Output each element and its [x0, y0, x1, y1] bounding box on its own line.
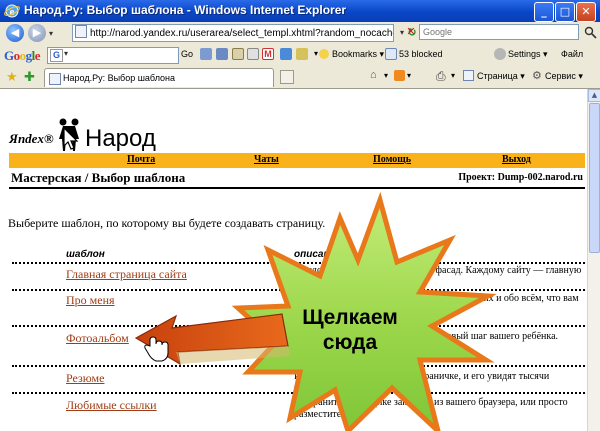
google-search-input[interactable]: G ▾ [47, 47, 179, 64]
breadcrumb-separator: / [81, 170, 92, 185]
history-dropdown-icon[interactable]: ▾ [49, 29, 53, 38]
back-button[interactable]: ◀ [6, 24, 24, 42]
intro-text: Выберите шаблон, по которому вы будете с… [8, 216, 326, 230]
template-link-resume[interactable]: Резюме [66, 371, 104, 386]
home-icon[interactable]: ⌂ [370, 69, 377, 81]
row-divider [12, 325, 585, 327]
google-go-button[interactable]: Go [181, 49, 193, 59]
toolbar-tool-icon[interactable] [232, 48, 244, 60]
service-menu[interactable]: Сервис ▾ [545, 71, 583, 82]
template-link-photoalbum[interactable]: Фотоальбом [66, 331, 129, 346]
row-divider [12, 289, 585, 291]
more-dropdown-icon[interactable]: ▾ [314, 49, 318, 58]
top-menu-bar: Почта Чаты Помощь Выход [9, 153, 585, 168]
column-header-description: описание [294, 249, 342, 260]
window-title: Народ.Ру: Выбор шаблона - Windows Intern… [24, 3, 347, 17]
breadcrumb-workshop-link[interactable]: Мастерская [11, 170, 82, 185]
project-label: Проект: [458, 172, 498, 183]
print-icon[interactable]: ⎙ [436, 69, 446, 84]
search-magnifier-icon[interactable] [584, 26, 597, 39]
template-desc: Каждому дому полагается иметь фасад. Каж… [294, 265, 582, 288]
tab-title: Народ.Ру: Выбор шаблона [63, 73, 176, 83]
folder-icon[interactable] [296, 48, 308, 60]
new-tab-icon[interactable] [280, 70, 294, 84]
template-link-favorites[interactable]: Любимые ссылки [66, 398, 157, 413]
google-g-icon: G [50, 49, 63, 62]
add-favorites-icon[interactable]: ✚ [24, 69, 35, 85]
print-dropdown-icon[interactable]: ▾ [451, 71, 455, 80]
url-field[interactable]: http://narod.yandex.ru/userarea/select_t… [72, 24, 394, 42]
template-desc: Не храните их в ящике закладок из вашего… [294, 397, 568, 420]
project-info: Проект: Dump-002.narod.ru [458, 172, 583, 183]
minimize-button[interactable]: _ [534, 2, 554, 22]
settings-button[interactable]: Settings ▾ [508, 49, 548, 60]
bookmarks-button[interactable]: Bookmarks ▾ [332, 49, 384, 60]
menu-logout-link[interactable]: Выход [502, 154, 531, 165]
template-desc: Фотографии из путешествия или первый шаг… [294, 331, 559, 354]
menu-help-link[interactable]: Помощь [373, 154, 411, 165]
url-text: http://narod.yandex.ru/userarea/select_t… [90, 28, 394, 39]
news-icon[interactable] [247, 48, 259, 60]
google-logo: Google [4, 48, 41, 63]
gmail-icon[interactable]: M [262, 48, 274, 60]
row-divider [12, 365, 585, 367]
forward-arrow-icon: ▶ [32, 26, 42, 39]
close-button[interactable]: ✕ [576, 2, 596, 22]
favorites-star-icon[interactable]: ★ [6, 69, 18, 85]
page-viewport: Яndex® Народ Почта Чаты Помощь Выход Мас… [0, 89, 587, 431]
home-dropdown-icon[interactable]: ▾ [384, 71, 388, 80]
template-link-about[interactable]: Про меня [66, 293, 115, 308]
vertical-scrollbar[interactable]: ▲ [587, 89, 600, 431]
toolbar-tool-icon[interactable] [216, 48, 228, 60]
breadcrumb-text: Мастерская / Выбор шаблона [11, 170, 185, 186]
mouse-cursor-icon [63, 127, 79, 150]
address-bar-row: ◀ ▶ ▾ http://narod.yandex.ru/userarea/se… [0, 22, 600, 45]
breadcrumb: Мастерская / Выбор шаблона Проект: Dump-… [9, 168, 585, 189]
file-menu[interactable]: Файл [561, 49, 583, 59]
row-divider [12, 262, 585, 264]
favorites-tab-bar: ★ ✚ Народ.Ру: Выбор шаблона ⌂ ▾ ▾ ⎙ ▾ Ст… [0, 66, 600, 89]
scroll-up-icon[interactable]: ▲ [588, 89, 600, 102]
template-desc: Расскажите о своих увлечениях, своих дру… [294, 293, 579, 316]
page-icon [75, 25, 87, 38]
breadcrumb-current: Выбор шаблона [91, 170, 186, 185]
menu-mail-link[interactable]: Почта [127, 154, 155, 165]
calendar-icon[interactable] [280, 48, 292, 60]
browser-tab[interactable]: Народ.Ру: Выбор шаблона [44, 68, 274, 87]
google-dropdown-icon[interactable]: ▾ [64, 49, 68, 58]
yandex-logo-text: Яndex® [9, 131, 54, 146]
tab-page-icon [49, 73, 61, 85]
scroll-thumb[interactable] [589, 103, 600, 253]
project-link[interactable]: Dump-002.narod.ru [498, 172, 583, 183]
stop-button[interactable]: ✕ [404, 25, 418, 40]
service-gear-icon: ⚙ [532, 70, 542, 82]
template-link-home[interactable]: Главная страница сайта [66, 267, 187, 282]
internet-explorer-icon: e [4, 4, 20, 18]
window-title-bar[interactable]: e Народ.Ру: Выбор шаблона - Windows Inte… [0, 0, 600, 22]
toolbar-tool-icon[interactable] [200, 48, 212, 60]
star-icon[interactable] [319, 49, 329, 59]
rss-dropdown-icon[interactable]: ▾ [407, 71, 411, 80]
gear-icon[interactable] [494, 48, 506, 60]
popup-blocker-icon[interactable] [385, 48, 397, 60]
forward-button[interactable]: ▶ [28, 24, 46, 42]
menu-chats-link[interactable]: Чаты [254, 154, 279, 165]
back-arrow-icon: ◀ [10, 26, 20, 39]
row-divider [12, 392, 585, 394]
google-toolbar: Google G ▾ Go M ▾ Bookmarks ▾ 53 blocked… [0, 44, 600, 67]
page-menu-icon [463, 70, 474, 81]
popup-blocked-count[interactable]: 53 blocked [399, 49, 443, 59]
page-menu[interactable]: Страница ▾ [477, 71, 525, 82]
maximize-button[interactable]: □ [555, 2, 575, 22]
column-header-template: шаблон [66, 249, 105, 260]
rss-icon[interactable] [394, 70, 405, 81]
narod-logo-text: Народ [85, 125, 156, 152]
search-input[interactable] [419, 24, 579, 40]
